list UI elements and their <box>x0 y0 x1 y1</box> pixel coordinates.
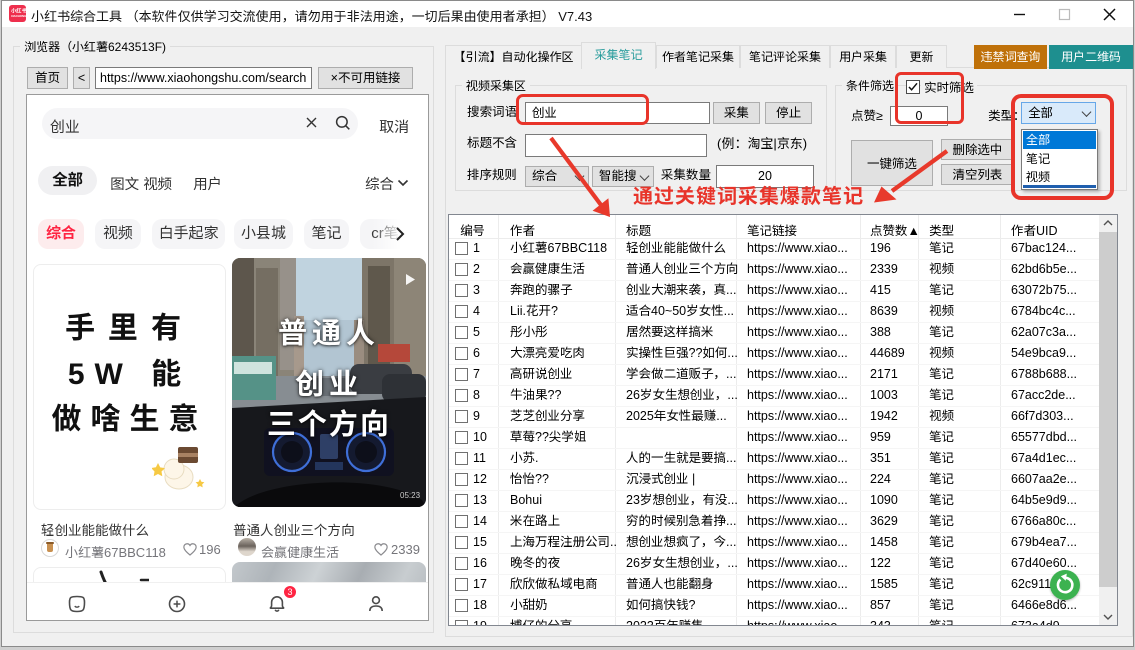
svg-text:05:23: 05:23 <box>400 491 421 500</box>
